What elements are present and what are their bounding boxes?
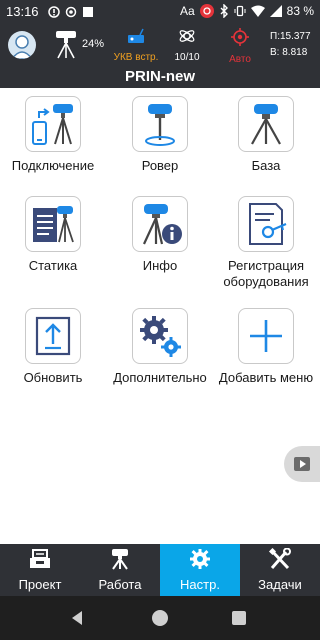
wifi-icon	[250, 5, 265, 17]
tile-label: Регистрация оборудования	[223, 258, 309, 289]
fix-status[interactable]: Авто	[222, 28, 258, 65]
floating-video-button[interactable]	[284, 446, 320, 482]
page-title: PRIN-new	[0, 66, 320, 88]
tile-rover[interactable]: Ровер	[107, 96, 213, 174]
status-bar: 13:16 Aa 83 %	[0, 0, 320, 24]
coord-east: В: 8.818	[270, 47, 308, 58]
update-icon	[25, 308, 81, 364]
fix-label: Авто	[229, 54, 251, 65]
battery-percentage: 83 %	[286, 4, 314, 18]
satellite-status[interactable]: 10/10	[168, 28, 206, 63]
tile-label: База	[251, 158, 281, 173]
tile-additional[interactable]: Дополнительно	[107, 308, 213, 386]
tile-label: Статика	[28, 258, 78, 273]
notification-square-icon	[83, 7, 93, 17]
info-icon	[132, 196, 188, 252]
tile-static[interactable]: Статика	[0, 196, 106, 274]
survey-icon	[112, 549, 128, 570]
satellite-count: 10/10	[174, 52, 200, 63]
radio-label: УКВ встр.	[113, 52, 159, 63]
system-navigation-bar	[0, 596, 320, 640]
font-badge: Aa	[179, 4, 195, 18]
tile-base[interactable]: База	[213, 96, 319, 174]
tile-update[interactable]: Обновить	[0, 308, 106, 386]
rover-icon	[132, 96, 188, 152]
base-icon	[238, 96, 294, 152]
radio-icon	[128, 28, 144, 43]
plus-icon	[238, 308, 294, 364]
status-time: 13:16	[6, 4, 39, 19]
coord-north: П:15.377	[270, 31, 311, 42]
nav-label: Задачи	[258, 577, 302, 592]
project-icon	[30, 549, 50, 568]
registration-icon	[238, 196, 294, 252]
receiver-battery: 24%	[82, 38, 105, 50]
radio-status[interactable]: УКВ встр.	[110, 28, 162, 63]
tile-label: Подключение	[11, 158, 95, 173]
bluetooth-icon	[220, 4, 228, 18]
alert-icon	[48, 6, 60, 18]
notification-icons	[48, 5, 94, 19]
nav-label: Настр.	[180, 577, 220, 592]
tile-label: Добавить меню	[218, 370, 314, 385]
tile-registration[interactable]: Регистрация оборудования	[213, 196, 319, 290]
nav-work[interactable]: Работа	[80, 544, 160, 596]
status-right-icons: Aa 83 %	[180, 4, 314, 18]
gears-icon	[132, 308, 188, 364]
receiver-icon[interactable]	[52, 29, 80, 59]
nav-project[interactable]: Проект	[0, 544, 80, 596]
bottom-navigation: Проект Работа Настр. Задачи	[0, 544, 320, 596]
play-icon	[294, 457, 310, 471]
tile-connection[interactable]: Подключение	[0, 96, 106, 174]
tile-label: Обновить	[23, 370, 83, 385]
tile-label: Дополнительно	[113, 370, 207, 385]
recent-apps-icon[interactable]	[232, 611, 246, 625]
location-icon	[65, 6, 77, 18]
vibrate-icon	[234, 5, 246, 17]
nav-label: Работа	[98, 577, 142, 592]
tile-add-menu[interactable]: Добавить меню	[213, 308, 319, 386]
nav-settings[interactable]: Настр.	[160, 544, 240, 596]
nav-label: Проект	[18, 577, 62, 592]
back-icon[interactable]	[70, 610, 84, 626]
coordinates: П:15.377 В: 8.818	[270, 29, 311, 61]
home-icon[interactable]	[152, 610, 168, 626]
connection-icon	[25, 96, 81, 152]
crosshair-icon	[231, 28, 249, 46]
nav-tasks[interactable]: Задачи	[240, 544, 320, 596]
static-icon	[25, 196, 81, 252]
tile-label: Ровер	[141, 158, 179, 173]
satellite-icon	[179, 30, 195, 42]
instrument-bar: 24% УКВ встр. 10/10 Авто П:15.377 В: 8.8…	[0, 24, 320, 66]
settings-gear-icon	[190, 549, 210, 569]
record-icon	[199, 4, 214, 18]
tile-label: Инфо	[142, 258, 178, 273]
signal-icon	[269, 5, 282, 17]
tile-info[interactable]: Инфо	[107, 196, 213, 274]
user-icon	[11, 35, 33, 59]
avatar[interactable]	[8, 31, 36, 59]
tools-icon	[268, 547, 291, 570]
